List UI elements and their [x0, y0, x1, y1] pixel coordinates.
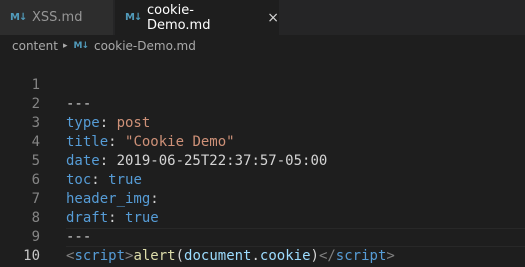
editor-line[interactable]: 4 date: 2019-06-25T22:37:57-05:00 [0, 114, 525, 169]
breadcrumb-folder[interactable]: content [12, 39, 58, 53]
tag-name: script [335, 248, 387, 264]
tag-bracket: > [386, 248, 395, 264]
markdown-icon: M↓ [10, 12, 27, 23]
paren: ( [175, 248, 185, 264]
editor-line[interactable]: 2 type: post [0, 76, 525, 131]
dot: . [251, 248, 260, 264]
tab-label: XSS.md [32, 10, 83, 25]
editor-line[interactable]: 5 toc: true [0, 133, 525, 188]
code-editor[interactable]: 1 --- 2 type: post 3 title: "Cookie Demo… [0, 57, 525, 267]
tab-bar: M↓ XSS.md M↓ cookie-Demo.md × [0, 0, 525, 35]
line-number: 10 [23, 248, 40, 264]
editor-line[interactable]: 1 --- [0, 57, 525, 112]
breadcrumb-file[interactable]: cookie-Demo.md [94, 39, 196, 53]
markdown-icon: M↓ [125, 12, 142, 23]
tag-name: script [74, 248, 126, 264]
paren: ) [310, 248, 319, 264]
breadcrumb: content ▸ M↓ cookie-Demo.md [0, 35, 525, 57]
variable: document [184, 248, 252, 264]
markdown-icon: M↓ [73, 41, 88, 51]
editor-line[interactable]: 9 <script>alert(document.cookie)</script… [0, 209, 525, 264]
editor-line-current[interactable]: 10 [0, 228, 525, 264]
chevron-right-icon: ▸ [62, 41, 68, 51]
tab-label: cookie-Demo.md [147, 2, 211, 33]
editor-line[interactable]: 7 draft: true [0, 171, 525, 226]
tab-xss-md[interactable]: M↓ XSS.md [0, 0, 114, 35]
close-icon[interactable]: × [267, 11, 279, 25]
editor-line[interactable]: 6 header_img: [0, 152, 525, 207]
function-name: alert [133, 248, 176, 264]
property: cookie [259, 248, 311, 264]
editor-line[interactable]: 3 title: "Cookie Demo" [0, 95, 525, 150]
editor-line[interactable]: 8 --- [0, 190, 525, 245]
tag-bracket: </ [318, 248, 336, 264]
tab-cookie-demo-md[interactable]: M↓ cookie-Demo.md × [115, 0, 279, 35]
